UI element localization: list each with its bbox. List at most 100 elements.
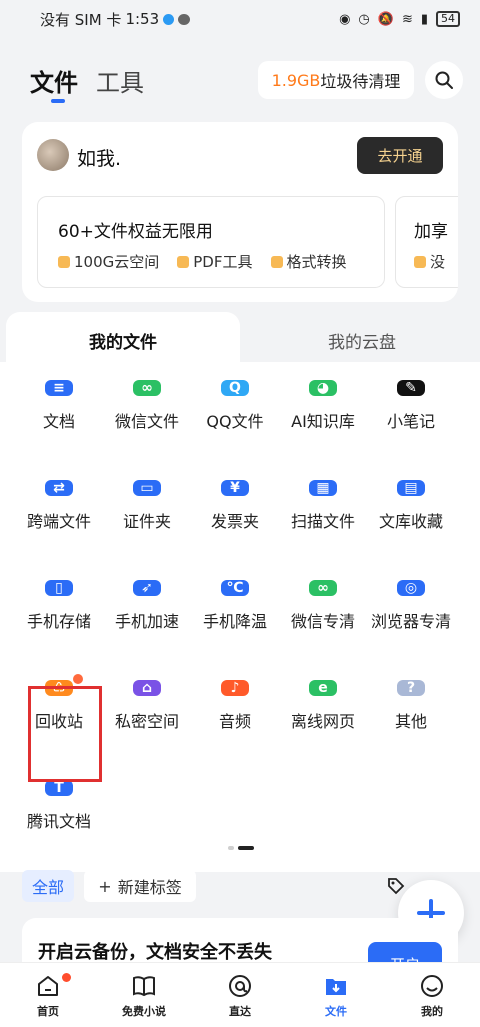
grid-item[interactable]: ⌂ 私密空间 bbox=[103, 680, 191, 732]
open-membership-button[interactable]: 去开通 bbox=[357, 137, 443, 174]
tab-my-cloud[interactable]: 我的云盘 bbox=[250, 312, 474, 368]
battery-icon: 54 bbox=[436, 11, 460, 27]
grid-item[interactable]: ∞ 微信专清 bbox=[279, 580, 367, 632]
benefit-features: 100G云空间 PDF工具 格式转换 bbox=[58, 251, 347, 272]
category-icon: ▦ bbox=[309, 480, 337, 496]
category-label: 私密空间 bbox=[114, 712, 179, 731]
grid-item[interactable]: ✎ 小笔记 bbox=[367, 380, 455, 432]
benefit-card-2[interactable]: 加享 没 bbox=[395, 196, 458, 288]
grid-item[interactable]: ¥ 发票夹 bbox=[191, 480, 279, 532]
nav-home[interactable]: 首页 bbox=[0, 963, 96, 1027]
category-icon: ≡ bbox=[45, 380, 73, 396]
app-notification-icon bbox=[163, 13, 175, 25]
nav-files[interactable]: 文件 bbox=[288, 963, 384, 1027]
category-icon: ➶ bbox=[133, 580, 161, 596]
category-label: 扫描文件 bbox=[290, 512, 355, 531]
plus-icon: + bbox=[98, 876, 112, 896]
tag-row: 全部 + 新建标签 bbox=[22, 870, 458, 902]
nav-free-novel[interactable]: 免费小说 bbox=[96, 963, 192, 1027]
nav-label: 首页 bbox=[37, 1005, 59, 1018]
feature-label: 100G云空间 bbox=[74, 253, 160, 271]
search-button[interactable] bbox=[425, 61, 463, 99]
user-card: 如我. 去开通 60+文件权益无限用 100G云空间 PDF工具 格式转换 加享… bbox=[22, 122, 458, 302]
junk-size: 1.9GB bbox=[271, 70, 321, 90]
grid-item[interactable]: e 离线网页 bbox=[279, 680, 367, 732]
category-icon: T bbox=[45, 780, 73, 796]
tab-indicator bbox=[51, 99, 65, 103]
category-icon: ∞ bbox=[309, 580, 337, 596]
category-label: 浏览器专清 bbox=[370, 612, 451, 631]
search-icon bbox=[435, 71, 453, 89]
tab-files[interactable]: 文件 bbox=[30, 63, 78, 98]
category-icon: ▭ bbox=[133, 480, 161, 496]
category-label: 手机降温 bbox=[202, 612, 267, 631]
alert-icon: ▮ bbox=[420, 11, 428, 27]
notification-dot bbox=[62, 973, 71, 982]
status-bar: 没有 SIM 卡 1:53 ◉ ◷ 🔕 ≋ ▮ 54 bbox=[0, 0, 480, 38]
notification-dot bbox=[73, 674, 83, 684]
tag-all[interactable]: 全部 bbox=[22, 870, 74, 902]
top-header: 文件 工具 1.9GB 垃圾待清理 bbox=[0, 55, 480, 105]
grid-item[interactable]: ≡ 文档 bbox=[15, 380, 103, 432]
username: 如我. bbox=[77, 148, 122, 170]
grid-item[interactable]: ▭ 证件夹 bbox=[103, 480, 191, 532]
backup-title: 开启云备份，文档安全不丢失 bbox=[38, 942, 272, 963]
nav-direct[interactable]: 直达 bbox=[192, 963, 288, 1027]
smile-icon bbox=[421, 975, 443, 997]
category-label: 跨端文件 bbox=[26, 512, 91, 531]
category-icon: ⇄ bbox=[45, 480, 73, 496]
category-label: QQ文件 bbox=[206, 412, 264, 431]
recycle-bin-highlight bbox=[28, 686, 102, 782]
page-dot-active bbox=[238, 846, 254, 850]
convert-icon bbox=[270, 255, 283, 268]
category-label: 文库收藏 bbox=[378, 512, 443, 531]
tab-my-files[interactable]: 我的文件 bbox=[6, 312, 240, 368]
grid-item[interactable]: ♪ 音频 bbox=[191, 680, 279, 732]
tag-icon[interactable] bbox=[386, 876, 406, 896]
junk-clean-button[interactable]: 1.9GB 垃圾待清理 bbox=[258, 61, 414, 99]
category-icon: ¥ bbox=[221, 480, 249, 496]
grid-panel: ≡ 文档 ∞ 微信文件 Q QQ文件 ◕ AI知识库 ✎ 小笔记 ⇄ 跨端文件 ▭ 证件夹 ¥ 发票夹 ▦ 扫描文… bbox=[0, 362, 480, 872]
benefit-card[interactable]: 60+文件权益无限用 100G云空间 PDF工具 格式转换 bbox=[37, 196, 385, 288]
at-icon bbox=[229, 975, 251, 997]
category-label: 腾讯文档 bbox=[26, 812, 91, 831]
grid-item[interactable]: ▤ 文库收藏 bbox=[367, 480, 455, 532]
tab-tools[interactable]: 工具 bbox=[96, 63, 144, 98]
book-icon bbox=[133, 976, 155, 997]
new-tag-button[interactable]: + 新建标签 bbox=[84, 870, 196, 902]
category-label: AI知识库 bbox=[291, 412, 355, 431]
category-label: 手机存储 bbox=[26, 612, 91, 631]
grid-item[interactable]: ◕ AI知识库 bbox=[279, 380, 367, 432]
benefit-title: 60+文件权益无限用 bbox=[58, 222, 213, 242]
wechat-notification-icon bbox=[178, 13, 191, 25]
cloud-icon bbox=[58, 255, 70, 268]
category-icon: ℃ bbox=[221, 580, 249, 596]
nav-label: 免费小说 bbox=[122, 1005, 166, 1018]
grid-item[interactable]: ➶ 手机加速 bbox=[103, 580, 191, 632]
grid-item[interactable]: ▦ 扫描文件 bbox=[279, 480, 367, 532]
avatar[interactable] bbox=[37, 139, 69, 171]
category-label: 微信文件 bbox=[114, 412, 179, 431]
category-label: 证件夹 bbox=[122, 512, 171, 531]
category-label: 手机加速 bbox=[114, 612, 179, 631]
folder-download-icon bbox=[326, 979, 346, 995]
nav-me[interactable]: 我的 bbox=[384, 963, 480, 1027]
grid-item[interactable]: ◎ 浏览器专清 bbox=[367, 580, 455, 632]
wifi-icon: ≋ bbox=[401, 11, 413, 27]
bottom-nav: 首页 免费小说 直达 文件 我的 bbox=[0, 962, 480, 1027]
category-icon: ⌂ bbox=[133, 680, 161, 696]
feature-cloud: 100G云空间 bbox=[58, 251, 159, 272]
mute-icon: 🔕 bbox=[377, 11, 394, 27]
grid-item[interactable]: ⇄ 跨端文件 bbox=[15, 480, 103, 532]
nav-label: 我的 bbox=[421, 1005, 443, 1018]
grid-item[interactable]: ? 其他 bbox=[367, 680, 455, 732]
grid-item[interactable]: ▯ 手机存储 bbox=[15, 580, 103, 632]
grid-item[interactable]: T 腾讯文档 bbox=[15, 780, 103, 832]
grid-item[interactable]: ℃ 手机降温 bbox=[191, 580, 279, 632]
page-dot bbox=[228, 846, 234, 850]
grid-item[interactable]: Q QQ文件 bbox=[191, 380, 279, 432]
alarm-icon: ◷ bbox=[358, 11, 370, 27]
category-icon: e bbox=[309, 680, 337, 696]
benefit2-sub: 没 bbox=[414, 251, 445, 272]
grid-item[interactable]: ∞ 微信文件 bbox=[103, 380, 191, 432]
